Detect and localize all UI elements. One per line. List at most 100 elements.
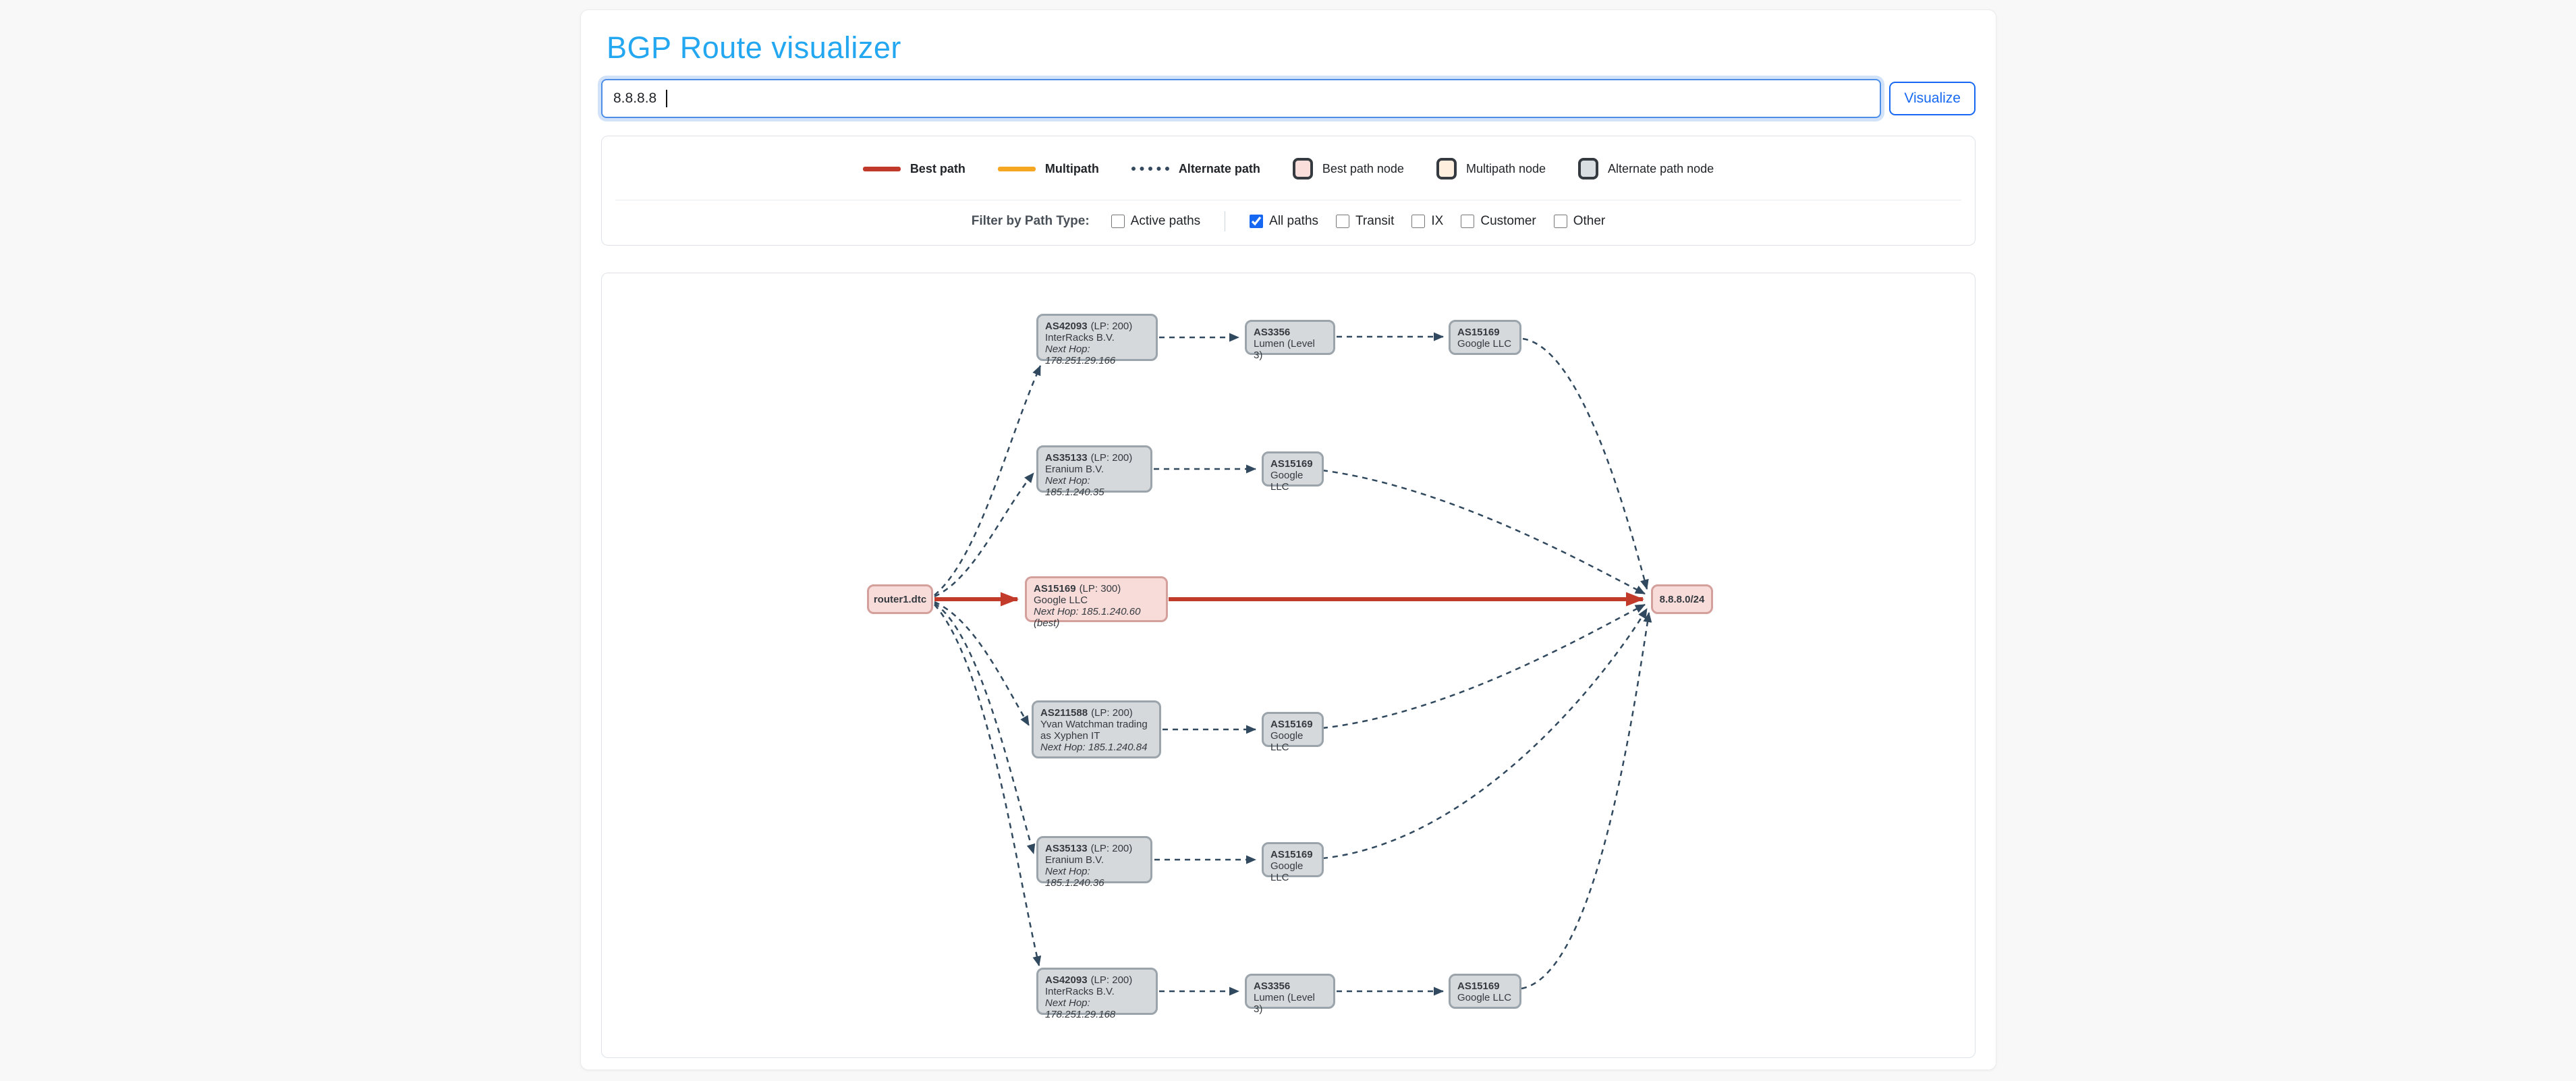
legend-filter-panel: Best path Multipath Alternate path Best … [601,136,1976,246]
as-node[interactable]: AS3356 Lumen (Level 3) [1245,320,1335,355]
checkbox-label: Active paths [1131,214,1201,229]
prefix-input-wrap [601,79,1881,118]
filter-row: Filter by Path Type: Active paths All pa… [602,200,1975,245]
as-node[interactable]: AS15169 Google LLC [1449,974,1521,1009]
checkbox-label: Customer [1480,214,1536,229]
next-hop: Next Hop: 185.1.240.84 [1040,742,1152,753]
best-path-node[interactable]: AS15169(LP: 300) Google LLC Next Hop: 18… [1025,576,1168,622]
graph-panel: router1.dtc AS42093(LP: 200) InterRacks … [601,273,1976,1058]
as-name: Lumen (Level 3) [1254,992,1326,1015]
as-name: Google LLC [1457,338,1513,350]
legend-label: Best path [910,162,965,176]
local-pref: (LP: 300) [1080,583,1121,594]
as-node[interactable]: AS35133(LP: 200) Eranium B.V. Next Hop: … [1036,836,1152,883]
as-node[interactable]: AS15169 Google LLC [1262,712,1324,747]
as-number: AS211588 [1040,707,1088,719]
customer-checkbox[interactable] [1461,215,1474,228]
as-number: AS15169 [1270,458,1315,470]
legend-best-path: Best path [863,162,965,176]
local-pref: (LP: 200) [1091,843,1133,854]
next-hop: Next Hop: 185.1.240.36 [1045,866,1144,889]
all-paths-checkbox[interactable] [1250,215,1263,228]
as-name: Eranium B.V. [1045,464,1144,475]
best-path-line-swatch [863,167,901,171]
as-number: AS42093 [1045,321,1088,332]
as-number: AS35133 [1045,452,1088,464]
as-node[interactable]: AS3356 Lumen (Level 3) [1245,974,1335,1009]
as-number: AS3356 [1254,327,1326,338]
checkbox-label: Other [1573,214,1606,229]
destination-label: 8.8.8.0/24 [1660,594,1705,605]
alternate-node-swatch [1578,158,1598,179]
multipath-line-swatch [998,167,1036,171]
as-node[interactable]: AS211588(LP: 200) Yvan Watchman trading … [1032,700,1161,758]
local-pref: (LP: 200) [1091,452,1133,464]
legend-best-node: Best path node [1293,158,1404,179]
legend-label: Multipath [1045,162,1099,176]
legend-multipath: Multipath [998,162,1099,176]
as-name: Google LLC [1270,470,1315,493]
local-pref: (LP: 200) [1091,321,1133,332]
checkbox-transit[interactable]: Transit [1336,214,1394,229]
as-node[interactable]: AS42093(LP: 200) InterRacks B.V. Next Ho… [1036,968,1158,1015]
next-hop: Next Hop: 185.1.240.60 (best) [1034,606,1159,629]
multipath-node-swatch [1436,158,1457,179]
as-name: Lumen (Level 3) [1254,338,1326,361]
text-caret [666,90,667,107]
filter-title: Filter by Path Type: [972,214,1090,229]
visualize-button[interactable]: Visualize [1889,82,1976,115]
as-number: AS15169 [1457,327,1513,338]
app-card: BGP Route visualizer Visualize Best path… [580,9,1996,1070]
destination-node[interactable]: 8.8.8.0/24 [1651,584,1713,614]
as-name: InterRacks B.V. [1045,332,1149,343]
graph-canvas[interactable]: router1.dtc AS42093(LP: 200) InterRacks … [602,273,1976,1057]
checkbox-all-paths[interactable]: All paths [1250,214,1318,229]
as-number: AS15169 [1457,980,1513,992]
alternate-path-line-swatch [1131,167,1169,171]
checkbox-other[interactable]: Other [1554,214,1606,229]
prefix-input[interactable] [601,79,1881,118]
as-number: AS15169 [1034,583,1076,594]
prefix-input-row: Visualize [601,79,1976,118]
checkbox-ix[interactable]: IX [1411,214,1443,229]
as-node[interactable]: AS15169 Google LLC [1262,451,1324,487]
as-node[interactable]: AS42093(LP: 200) InterRacks B.V. Next Ho… [1036,314,1158,361]
as-number: AS15169 [1270,719,1315,730]
as-number: AS42093 [1045,974,1088,986]
as-name: Eranium B.V. [1045,854,1144,866]
legend-label: Alternate path node [1608,162,1714,176]
as-node[interactable]: AS35133(LP: 200) Eranium B.V. Next Hop: … [1036,445,1152,493]
as-number: AS35133 [1045,843,1088,854]
as-name: Google LLC [1270,730,1315,753]
local-pref: (LP: 200) [1091,974,1133,986]
as-name: Yvan Watchman trading as Xyphen IT [1040,719,1152,742]
legend-alternate-path: Alternate path [1131,162,1260,176]
other-checkbox[interactable] [1554,215,1567,228]
active-paths-checkbox[interactable] [1111,215,1125,228]
router-label: router1.dtc [874,594,926,605]
next-hop: Next Hop: 178.251.29.168 [1045,997,1149,1020]
next-hop: Next Hop: 178.251.29.166 [1045,343,1149,366]
best-node-swatch [1293,158,1313,179]
transit-checkbox[interactable] [1336,215,1349,228]
as-node[interactable]: AS15169 Google LLC [1449,320,1521,355]
checkbox-customer[interactable]: Customer [1461,214,1536,229]
legend-label: Multipath node [1466,162,1546,176]
as-number: AS15169 [1270,849,1315,860]
ix-checkbox[interactable] [1411,215,1425,228]
checkbox-active-paths[interactable]: Active paths [1111,214,1201,229]
router-node[interactable]: router1.dtc [867,584,933,614]
page-title: BGP Route visualizer [607,30,1976,65]
as-name: Google LLC [1457,992,1513,1003]
legend-alternate-node: Alternate path node [1578,158,1714,179]
as-node[interactable]: AS15169 Google LLC [1262,842,1324,877]
checkbox-label: All paths [1269,214,1318,229]
as-number: AS3356 [1254,980,1326,992]
legend-label: Alternate path [1179,162,1260,176]
graph-edges [602,273,1976,1057]
local-pref: (LP: 200) [1091,707,1133,719]
checkbox-label: Transit [1355,214,1394,229]
legend-multipath-node: Multipath node [1436,158,1546,179]
as-name: InterRacks B.V. [1045,986,1149,997]
as-name: Google LLC [1034,594,1159,606]
